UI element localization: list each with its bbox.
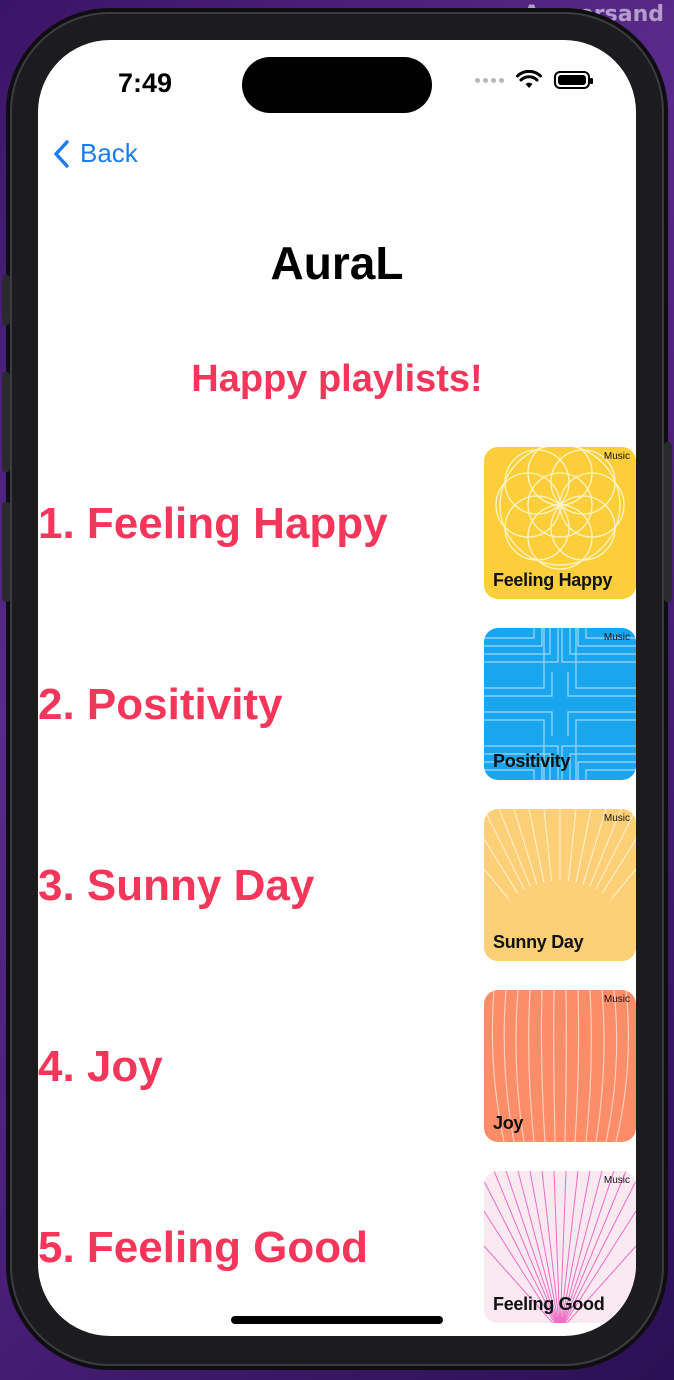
- artwork-title: Feeling Happy: [493, 570, 613, 590]
- playlist-row-feeling-good[interactable]: 5. Feeling Good Music Feeling Good: [38, 1171, 636, 1325]
- phone-screen: 7:49 Back AuraL Happy playlists! 1. Feel…: [38, 40, 636, 1336]
- playlist-artwork-sunny-day[interactable]: Music Sunny Day: [484, 809, 636, 961]
- apple-music-badge: Music: [603, 451, 630, 462]
- playlist-row-joy[interactable]: 4. Joy Music Joy: [38, 990, 636, 1144]
- artwork-title: Feeling Good: [493, 1294, 605, 1314]
- playlist-label: 1. Feeling Happy: [38, 499, 388, 548]
- chevron-left-icon: [54, 139, 69, 168]
- artwork-title: Joy: [493, 1113, 524, 1133]
- status-time: 7:49: [118, 68, 173, 98]
- playlist-label: 4. Joy: [38, 1042, 163, 1091]
- dynamic-island: [242, 57, 432, 113]
- cellular-signal-icon: [475, 77, 504, 83]
- playlist-artwork-joy[interactable]: Music Joy: [484, 990, 636, 1142]
- power-button: [664, 442, 672, 602]
- back-button[interactable]: Back: [52, 138, 138, 169]
- playlist-row-feeling-happy[interactable]: 1. Feeling Happy Music Feeling Happy: [38, 447, 636, 601]
- wifi-icon: [516, 70, 542, 88]
- volume-down-button: [2, 372, 10, 472]
- apple-music-badge: Music: [603, 994, 630, 1005]
- playlist-artwork-feeling-good[interactable]: Music Feeling Good: [484, 1171, 636, 1323]
- status-icons: [475, 70, 593, 90]
- battery-icon: [554, 71, 593, 89]
- back-label: Back: [80, 138, 138, 168]
- playlist-label: 3. Sunny Day: [38, 861, 315, 910]
- home-indicator[interactable]: [231, 1316, 443, 1324]
- playlist-label: 5. Feeling Good: [38, 1223, 369, 1272]
- app-title: AuraL: [270, 237, 404, 289]
- section-subtitle: Happy playlists!: [191, 358, 483, 400]
- playlist-label: 2. Positivity: [38, 680, 283, 729]
- apple-music-badge: Music: [603, 1175, 630, 1186]
- artwork-title: Sunny Day: [493, 932, 584, 952]
- playlist-artwork-positivity[interactable]: Music Positivity: [484, 628, 636, 780]
- apple-music-badge: Music: [603, 813, 630, 824]
- apple-music-badge: Music: [603, 632, 630, 643]
- volume-up-button: [2, 275, 10, 325]
- action-button: [2, 502, 10, 602]
- artwork-title: Positivity: [493, 751, 571, 771]
- playlist-row-positivity[interactable]: 2. Positivity Music Positivity: [38, 628, 636, 782]
- playlist-artwork-feeling-happy[interactable]: Music Feeling Happy: [484, 447, 636, 599]
- playlist-row-sunny-day[interactable]: 3. Sunny Day Music Sunny Day: [38, 809, 636, 963]
